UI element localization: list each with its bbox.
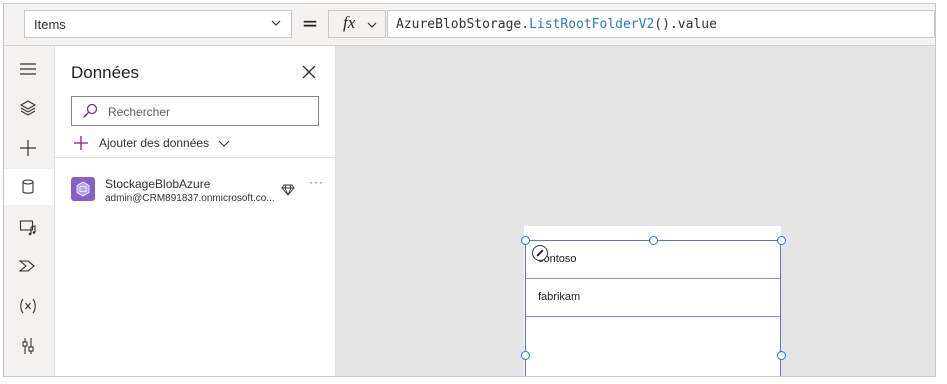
search-placeholder: Rechercher <box>108 105 171 119</box>
formula-rest: ().value <box>654 17 717 32</box>
premium-diamond-icon <box>281 184 295 196</box>
hamburger-icon <box>20 63 36 75</box>
resize-handle-middle-left[interactable] <box>521 351 530 360</box>
connection-account: admin@CRM891837.onmicrosoft.co... <box>105 193 275 204</box>
tree-view-button[interactable] <box>4 90 54 126</box>
insert-icon <box>20 140 36 156</box>
close-icon[interactable] <box>301 64 317 80</box>
resize-handle-top-left[interactable] <box>521 236 530 245</box>
layers-icon <box>19 100 37 116</box>
divider <box>55 157 335 158</box>
left-rail <box>4 46 55 376</box>
fx-button[interactable]: fx <box>328 10 386 38</box>
connection-name: StockageBlobAzure <box>105 177 211 191</box>
chevron-down-icon <box>271 20 281 26</box>
gallery[interactable]: contoso fabrikam <box>525 240 781 376</box>
edit-pencil-icon[interactable] <box>532 245 548 261</box>
more-options-icon[interactable]: ··· <box>309 175 324 189</box>
resize-handle-top-right[interactable] <box>777 236 786 245</box>
formula-input[interactable]: AzureBlobStorage.ListRootFolderV2().valu… <box>387 10 935 38</box>
property-value: Items <box>34 17 66 32</box>
formula-bar: Items = fx AzureBlobStorage.ListRootFold… <box>4 4 935 46</box>
advanced-tools-button[interactable] <box>4 328 54 364</box>
pane-title: Données <box>71 63 140 82</box>
gallery-row[interactable]: contoso <box>526 241 780 279</box>
chevron-down-icon <box>367 22 377 28</box>
app-frame: Items = fx AzureBlobStorage.ListRootFold… <box>3 3 936 377</box>
equals-sign: = <box>301 11 319 35</box>
plus-icon <box>74 136 88 150</box>
pencil-icon <box>536 249 544 257</box>
connection-item[interactable]: StockageBlobAzure admin@CRM891837.onmicr… <box>71 174 326 212</box>
blob-storage-icon <box>76 181 90 197</box>
variables-icon <box>20 298 36 314</box>
resize-handle-middle-right[interactable] <box>777 351 786 360</box>
add-data-label: Ajouter des données <box>99 136 210 150</box>
hamburger-button[interactable] <box>4 51 54 87</box>
formula-function: ListRootFolderV2 <box>529 17 655 32</box>
search-input[interactable]: Rechercher <box>71 96 319 126</box>
app-canvas: contoso fabrikam <box>336 46 935 376</box>
resize-handle-top-center[interactable] <box>649 236 658 245</box>
media-button[interactable] <box>4 209 54 245</box>
data-icon <box>22 179 34 194</box>
formula-object: AzureBlobStorage <box>396 17 522 32</box>
variables-button[interactable] <box>4 288 54 324</box>
insert-button[interactable] <box>4 130 54 166</box>
formula-dot: . <box>521 17 530 32</box>
gallery-row[interactable]: fabrikam <box>526 279 780 317</box>
advanced-tools-icon <box>22 338 34 354</box>
data-button[interactable] <box>4 169 54 205</box>
power-automate-icon <box>19 260 35 272</box>
azure-blob-storage-logo <box>71 177 95 201</box>
gallery-item-title: fabrikam <box>538 291 581 303</box>
power-automate-button[interactable] <box>4 248 54 284</box>
property-dropdown[interactable]: Items <box>24 10 292 38</box>
chevron-down-icon <box>218 140 230 147</box>
search-icon <box>83 103 98 118</box>
data-pane: Données Rechercher Ajouter des données S… <box>55 46 336 376</box>
media-icon <box>19 220 36 236</box>
fx-icon: fx <box>343 13 356 32</box>
